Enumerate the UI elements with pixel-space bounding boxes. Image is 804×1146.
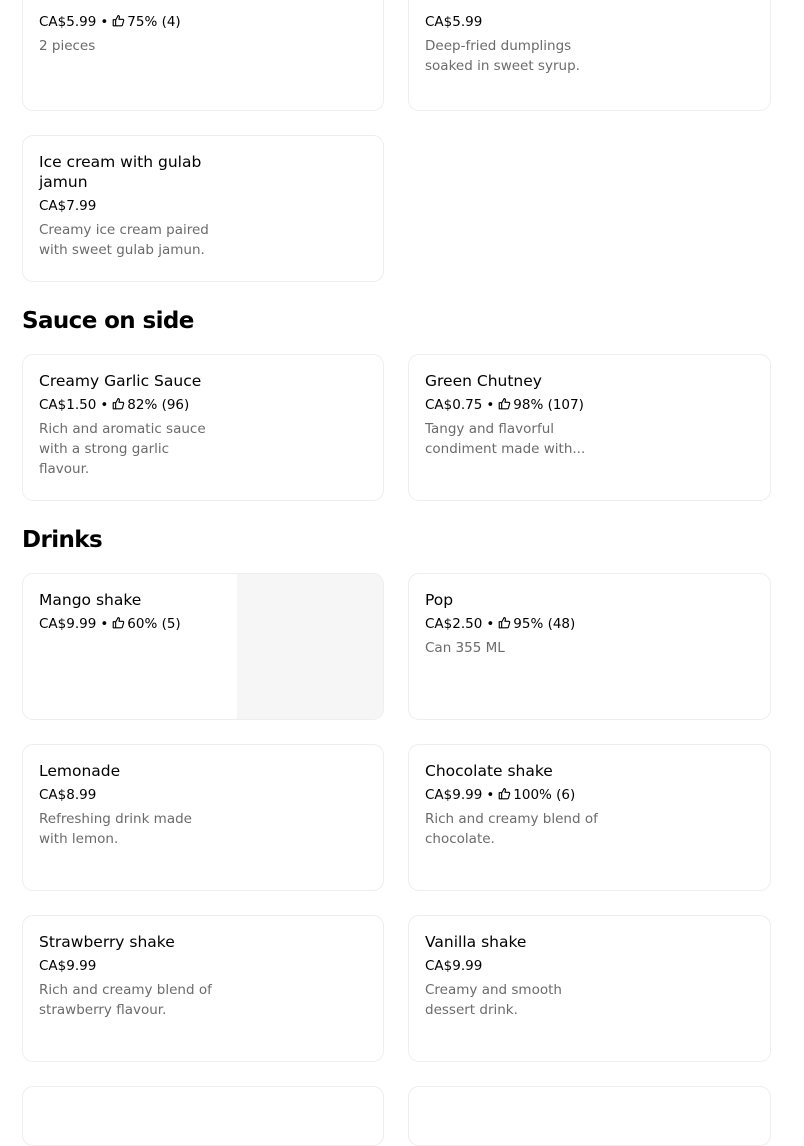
menu-item-card[interactable]: Lemonade CA$8.99 Refreshing drink made w… — [22, 744, 384, 891]
menu-item-card[interactable]: Creamy Garlic Sauce CA$1.50 • 82% (96) Ric… — [22, 354, 384, 501]
item-name: Lemonade — [39, 762, 121, 780]
menu-item-card[interactable]: CA$5.99 Deep-fried dumplings soaked in s… — [408, 0, 771, 111]
menu-item-card[interactable]: Mango shake CA$9.99 • 60% (5) — [22, 573, 384, 720]
item-meta: CA$5.99 • 75% (4) — [39, 13, 219, 31]
item-price: CA$5.99 — [425, 14, 483, 30]
item-name: Ice cream with gulab jamun — [39, 153, 202, 191]
item-name: Green Chutney — [425, 372, 542, 390]
item-price: CA$0.75 — [425, 397, 483, 413]
item-meta: CA$1.50 • 82% (96) — [39, 396, 219, 414]
thumbs-up-icon — [112, 15, 125, 27]
item-description: Creamy and smooth dessert drink. — [425, 982, 562, 1018]
item-rating: 95% (48) — [513, 616, 576, 632]
section-title-drinks: Drinks — [22, 527, 103, 553]
item-price: CA$9.99 — [425, 958, 483, 974]
item-name: Chocolate shake — [425, 762, 553, 780]
thumbs-up-icon — [498, 788, 511, 800]
menu-item-card[interactable] — [22, 1086, 384, 1146]
separator: • — [100, 397, 109, 413]
item-meta: CA$2.50 • 95% (48) — [425, 615, 605, 633]
item-price: CA$2.50 — [425, 616, 483, 632]
item-price: CA$5.99 — [39, 14, 97, 30]
menu-item-card[interactable]: Green Chutney CA$0.75 • 98% (107) Tangy an… — [408, 354, 771, 501]
item-rating: 75% (4) — [127, 14, 181, 30]
item-name: Vanilla shake — [425, 933, 527, 951]
menu-item-card[interactable]: CA$5.99 • 75% (4) 2 pieces — [22, 0, 384, 111]
item-price: CA$1.50 — [39, 397, 97, 413]
item-description: Refreshing drink made with lemon. — [39, 811, 192, 847]
item-description: Rich and aromatic sauce with a strong ga… — [39, 421, 206, 477]
item-meta: CA$9.99 • 60% (5) — [39, 615, 219, 633]
item-rating: 100% (6) — [513, 787, 576, 803]
menu-item-card[interactable]: Pop CA$2.50 • 95% (48) Can 355 ML — [408, 573, 771, 720]
item-name: Strawberry shake — [39, 933, 175, 951]
item-image — [237, 574, 383, 719]
item-description: Rich and creamy blend of strawberry flav… — [39, 982, 212, 1018]
thumbs-up-icon — [112, 617, 125, 629]
separator: • — [486, 397, 495, 413]
separator: • — [486, 787, 495, 803]
thumbs-up-icon — [498, 398, 511, 410]
thumbs-up-icon — [498, 617, 511, 629]
item-rating: 82% (96) — [127, 397, 190, 413]
item-description: Deep-fried dumplings soaked in sweet syr… — [425, 38, 580, 74]
menu-item-card[interactable] — [408, 1086, 771, 1146]
item-description: 2 pieces — [39, 38, 96, 54]
item-price: CA$9.99 — [39, 616, 97, 632]
item-description: Tangy and flavorful condiment made with.… — [425, 421, 586, 457]
menu-item-card[interactable]: Vanilla shake CA$9.99 Creamy and smooth … — [408, 915, 771, 1062]
menu-item-card[interactable]: Ice cream with gulab jamun CA$7.99 Cream… — [22, 135, 384, 282]
item-price: CA$9.99 — [39, 958, 97, 974]
item-name: Creamy Garlic Sauce — [39, 372, 202, 390]
separator: • — [100, 616, 109, 632]
item-name: Mango shake — [39, 591, 142, 609]
menu-item-card[interactable]: Strawberry shake CA$9.99 Rich and creamy… — [22, 915, 384, 1062]
item-price: CA$9.99 — [425, 787, 483, 803]
item-description: Rich and creamy blend of chocolate. — [425, 811, 598, 847]
item-rating: 98% (107) — [513, 397, 584, 413]
item-description: Creamy ice cream paired with sweet gulab… — [39, 222, 209, 258]
item-description: Can 355 ML — [425, 640, 505, 656]
item-meta: CA$9.99 • 100% (6) — [425, 786, 605, 804]
thumbs-up-icon — [112, 398, 125, 410]
separator: • — [486, 616, 495, 632]
item-name: Pop — [425, 591, 454, 609]
item-price: CA$7.99 — [39, 198, 97, 214]
item-rating: 60% (5) — [127, 616, 181, 632]
section-title-sauce: Sauce on side — [22, 308, 194, 334]
item-price: CA$8.99 — [39, 787, 97, 803]
menu-item-card[interactable]: Chocolate shake CA$9.99 • 100% (6) Rich an… — [408, 744, 771, 891]
item-meta: CA$0.75 • 98% (107) — [425, 396, 605, 414]
separator: • — [100, 14, 109, 30]
